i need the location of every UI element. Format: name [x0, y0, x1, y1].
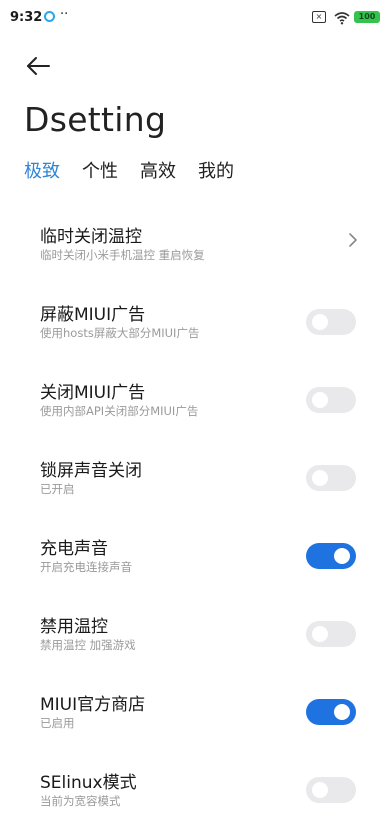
no-sim-icon: × [312, 11, 326, 23]
setting-lockscreen-sound: 锁屏声音关闭 已开启 [0, 444, 392, 508]
miui-store-toggle[interactable] [306, 699, 356, 725]
setting-subtitle: 临时关闭小米手机温控 重启恢复 [40, 248, 205, 262]
notification-app-icon [44, 11, 55, 22]
toggle-knob [312, 782, 328, 798]
tab-mine[interactable]: 我的 [198, 158, 234, 188]
setting-title: 临时关闭温控 [40, 227, 142, 247]
wifi-icon [334, 10, 350, 29]
setting-subtitle: 开启充电连接声音 [40, 560, 132, 574]
block-miui-ads-toggle[interactable] [306, 309, 356, 335]
status-time: 9:32 [10, 10, 43, 25]
setting-title: 锁屏声音关闭 [40, 461, 142, 481]
setting-disable-miui-ads: 关闭MIUI广告 使用内部API关闭部分MIUI广告 [0, 366, 392, 430]
setting-title: 关闭MIUI广告 [40, 383, 146, 403]
setting-subtitle: 使用hosts屏蔽大部分MIUI广告 [40, 326, 200, 340]
setting-miui-store: MIUI官方商店 已启用 [0, 678, 392, 742]
setting-block-miui-ads: 屏蔽MIUI广告 使用hosts屏蔽大部分MIUI广告 [0, 288, 392, 352]
setting-title: SElinux模式 [40, 773, 137, 793]
chevron-right-icon [348, 232, 358, 248]
setting-subtitle: 已启用 [40, 716, 75, 730]
setting-temp-control-off[interactable]: 临时关闭温控 临时关闭小米手机温控 重启恢复 [0, 210, 392, 274]
setting-title: 充电声音 [40, 539, 108, 559]
disable-miui-ads-toggle[interactable] [306, 387, 356, 413]
setting-title: 禁用温控 [40, 617, 108, 637]
setting-subtitle: 当前为宽容模式 [40, 794, 121, 808]
tab-efficient[interactable]: 高效 [140, 158, 176, 188]
tab-bar: 极致 个性 高效 我的 [24, 158, 256, 188]
charging-sound-toggle[interactable] [306, 543, 356, 569]
setting-subtitle: 已开启 [40, 482, 75, 496]
lockscreen-sound-toggle[interactable] [306, 465, 356, 491]
selinux-mode-toggle[interactable] [306, 777, 356, 803]
back-arrow-icon [27, 57, 50, 75]
setting-subtitle: 使用内部API关闭部分MIUI广告 [40, 404, 199, 418]
tab-personal[interactable]: 个性 [82, 158, 118, 188]
tab-extreme[interactable]: 极致 [24, 158, 60, 188]
toggle-knob [312, 626, 328, 642]
page-title: Dsetting [24, 100, 167, 139]
setting-title: 屏蔽MIUI广告 [40, 305, 146, 325]
setting-title: MIUI官方商店 [40, 695, 146, 715]
toggle-knob [312, 314, 328, 330]
setting-subtitle: 禁用温控 加强游戏 [40, 638, 136, 652]
disable-temp-control-toggle[interactable] [306, 621, 356, 647]
toggle-knob [334, 548, 350, 564]
setting-selinux-mode: SElinux模式 当前为宽容模式 [0, 756, 392, 820]
toggle-knob [312, 470, 328, 486]
battery-icon: 100 [354, 11, 380, 23]
status-dots: ·· [60, 7, 69, 22]
status-bar: 9:32 ·· × 100 [0, 0, 392, 34]
toggle-knob [334, 704, 350, 720]
back-button[interactable] [24, 52, 56, 80]
setting-charging-sound: 充电声音 开启充电连接声音 [0, 522, 392, 586]
toggle-knob [312, 392, 328, 408]
setting-disable-temp-control: 禁用温控 禁用温控 加强游戏 [0, 600, 392, 664]
